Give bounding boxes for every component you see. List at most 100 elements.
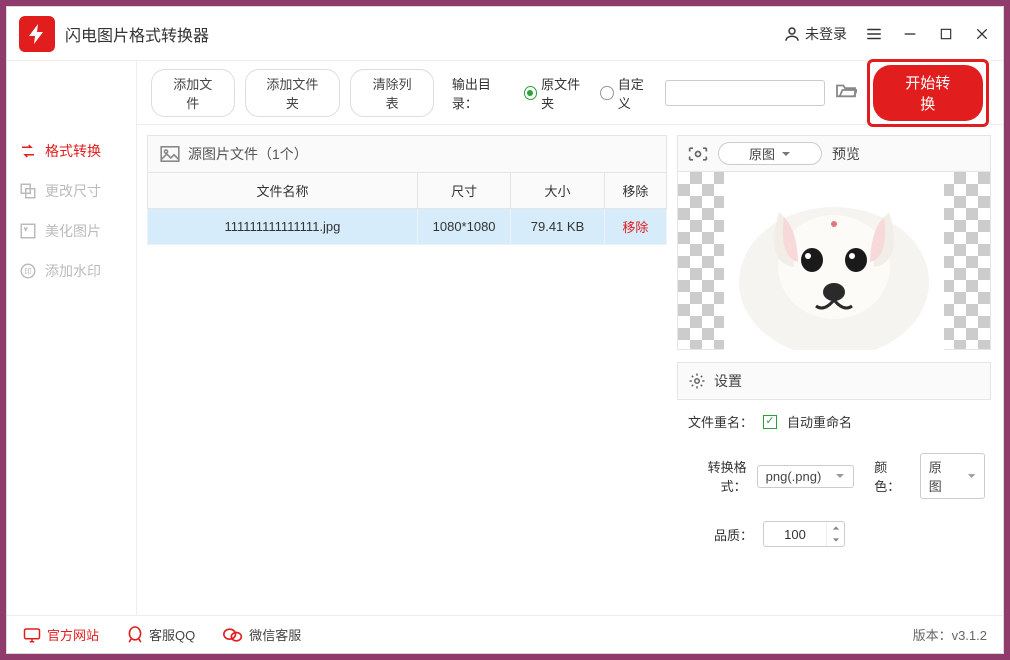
file-list-pane: 源图片文件（1个） 文件名称 尺寸 大小 移除: [137, 125, 677, 615]
qq-label: 客服QQ: [149, 625, 195, 644]
preview-header: 原图 预览: [677, 135, 991, 172]
statusbar: 官方网站 客服QQ 微信客服 版本：v3.1.2: [7, 615, 1003, 653]
settings-header: 设置: [677, 362, 991, 400]
close-button[interactable]: [973, 25, 991, 43]
right-pane: 原图 预览: [677, 125, 1003, 615]
col-filesize: 大小: [511, 173, 604, 209]
wechat-label: 微信客服: [249, 625, 301, 644]
preview-mode-select[interactable]: 原图: [718, 142, 822, 165]
maximize-icon: [939, 27, 953, 41]
radio-dot-icon: [524, 86, 537, 100]
folder-open-icon: [835, 81, 857, 99]
login-button[interactable]: 未登录: [783, 24, 847, 44]
step-down-button[interactable]: [827, 534, 844, 546]
radio-label: 原文件夹: [541, 74, 590, 112]
app-window: 闪电图片格式转换器 未登录 格式转换: [6, 6, 1004, 654]
cell-dimensions: 1080*1080: [417, 209, 510, 245]
color-value: 原图: [929, 457, 953, 495]
chevron-down-icon: [832, 537, 840, 543]
resize-icon: [19, 182, 37, 200]
convert-highlight: 开始转换: [867, 59, 989, 127]
qq-support-link[interactable]: 客服QQ: [127, 625, 195, 644]
radio-label: 自定义: [618, 74, 655, 112]
col-dimensions: 尺寸: [417, 173, 510, 209]
user-icon: [783, 25, 801, 43]
official-website-link[interactable]: 官方网站: [23, 625, 99, 644]
minimize-button[interactable]: [901, 25, 919, 43]
app-logo: [19, 16, 55, 52]
col-filename: 文件名称: [148, 173, 418, 209]
close-icon: [974, 26, 990, 42]
wechat-icon: [223, 627, 243, 643]
file-table: 文件名称 尺寸 大小 移除 111111111111111.jpg 1080*1…: [147, 172, 667, 245]
add-folder-button[interactable]: 添加文件夹: [245, 69, 341, 117]
toolbar: 添加文件 添加文件夹 清除列表 输出目录： 原文件夹 自定义 开始转换: [137, 61, 1003, 125]
color-label: 颜色：: [874, 457, 909, 495]
radio-source-folder[interactable]: 原文件夹: [524, 74, 591, 112]
image-icon: [160, 146, 180, 162]
cell-filesize: 79.41 KB: [511, 209, 604, 245]
quality-label: 品质：: [683, 525, 753, 544]
add-file-button[interactable]: 添加文件: [151, 69, 235, 117]
radio-dot-icon: [600, 86, 613, 100]
menu-icon: [865, 25, 883, 43]
lightning-icon: [25, 22, 49, 46]
sidebar-item-label: 更改尺寸: [45, 181, 101, 201]
color-select[interactable]: 原图: [920, 453, 985, 499]
format-select[interactable]: png(.png): [757, 465, 855, 488]
quality-value: 100: [764, 527, 826, 542]
source-files-header: 源图片文件（1个）: [147, 135, 667, 172]
dog-image-placeholder: [724, 172, 944, 350]
quality-stepper[interactable]: 100: [763, 521, 845, 547]
eye-focus-icon: [688, 146, 708, 162]
source-files-title: 源图片文件（1个）: [188, 144, 308, 164]
preview-area: [677, 172, 991, 350]
menu-button[interactable]: [865, 25, 883, 43]
auto-rename-text: 自动重命名: [787, 412, 852, 431]
settings-title: 设置: [714, 371, 742, 391]
chevron-down-icon: [835, 471, 845, 481]
remove-row-button[interactable]: 移除: [622, 220, 648, 235]
app-title: 闪电图片格式转换器: [65, 22, 209, 46]
output-path-input[interactable]: [665, 80, 825, 106]
watermark-icon: 印: [19, 262, 37, 280]
start-convert-button[interactable]: 开始转换: [873, 65, 983, 121]
format-value: png(.png): [766, 469, 822, 484]
clear-list-button[interactable]: 清除列表: [350, 69, 434, 117]
sidebar-item-resize[interactable]: 更改尺寸: [7, 171, 136, 211]
minimize-icon: [902, 26, 918, 42]
wechat-support-link[interactable]: 微信客服: [223, 625, 301, 644]
website-label: 官方网站: [47, 625, 99, 644]
maximize-button[interactable]: [937, 25, 955, 43]
svg-text:印: 印: [24, 267, 32, 276]
sidebar-item-label: 格式转换: [45, 141, 101, 161]
sidebar-item-format[interactable]: 格式转换: [7, 131, 136, 171]
preview-mode-label: 原图: [749, 144, 775, 163]
beautify-icon: [19, 222, 37, 240]
col-remove: 移除: [604, 173, 666, 209]
titlebar: 闪电图片格式转换器 未登录: [7, 7, 1003, 61]
table-row[interactable]: 111111111111111.jpg 1080*1080 79.41 KB 移…: [148, 209, 667, 245]
sidebar: 格式转换 更改尺寸 美化图片 印 添加水印: [7, 61, 137, 615]
version-label: 版本：v3.1.2: [913, 625, 987, 644]
sidebar-item-beautify[interactable]: 美化图片: [7, 211, 136, 251]
sidebar-item-watermark[interactable]: 印 添加水印: [7, 251, 136, 291]
sidebar-item-label: 美化图片: [45, 221, 101, 241]
step-up-button[interactable]: [827, 522, 844, 534]
format-label: 转换格式：: [683, 457, 747, 495]
sidebar-item-label: 添加水印: [45, 261, 101, 281]
preview-image: [678, 172, 990, 349]
radio-custom-folder[interactable]: 自定义: [600, 74, 654, 112]
login-label: 未登录: [805, 24, 847, 44]
chevron-up-icon: [832, 525, 840, 531]
convert-icon: [19, 142, 37, 160]
preview-label: 预览: [832, 144, 860, 164]
gear-icon: [688, 372, 706, 390]
chevron-down-icon: [967, 471, 976, 481]
qq-icon: [127, 626, 143, 644]
browse-folder-button[interactable]: [835, 81, 857, 104]
output-dir-label: 输出目录：: [452, 74, 514, 112]
cell-filename: 111111111111111.jpg: [148, 209, 418, 245]
auto-rename-checkbox[interactable]: ✓: [763, 415, 777, 429]
chevron-down-icon: [781, 149, 791, 159]
